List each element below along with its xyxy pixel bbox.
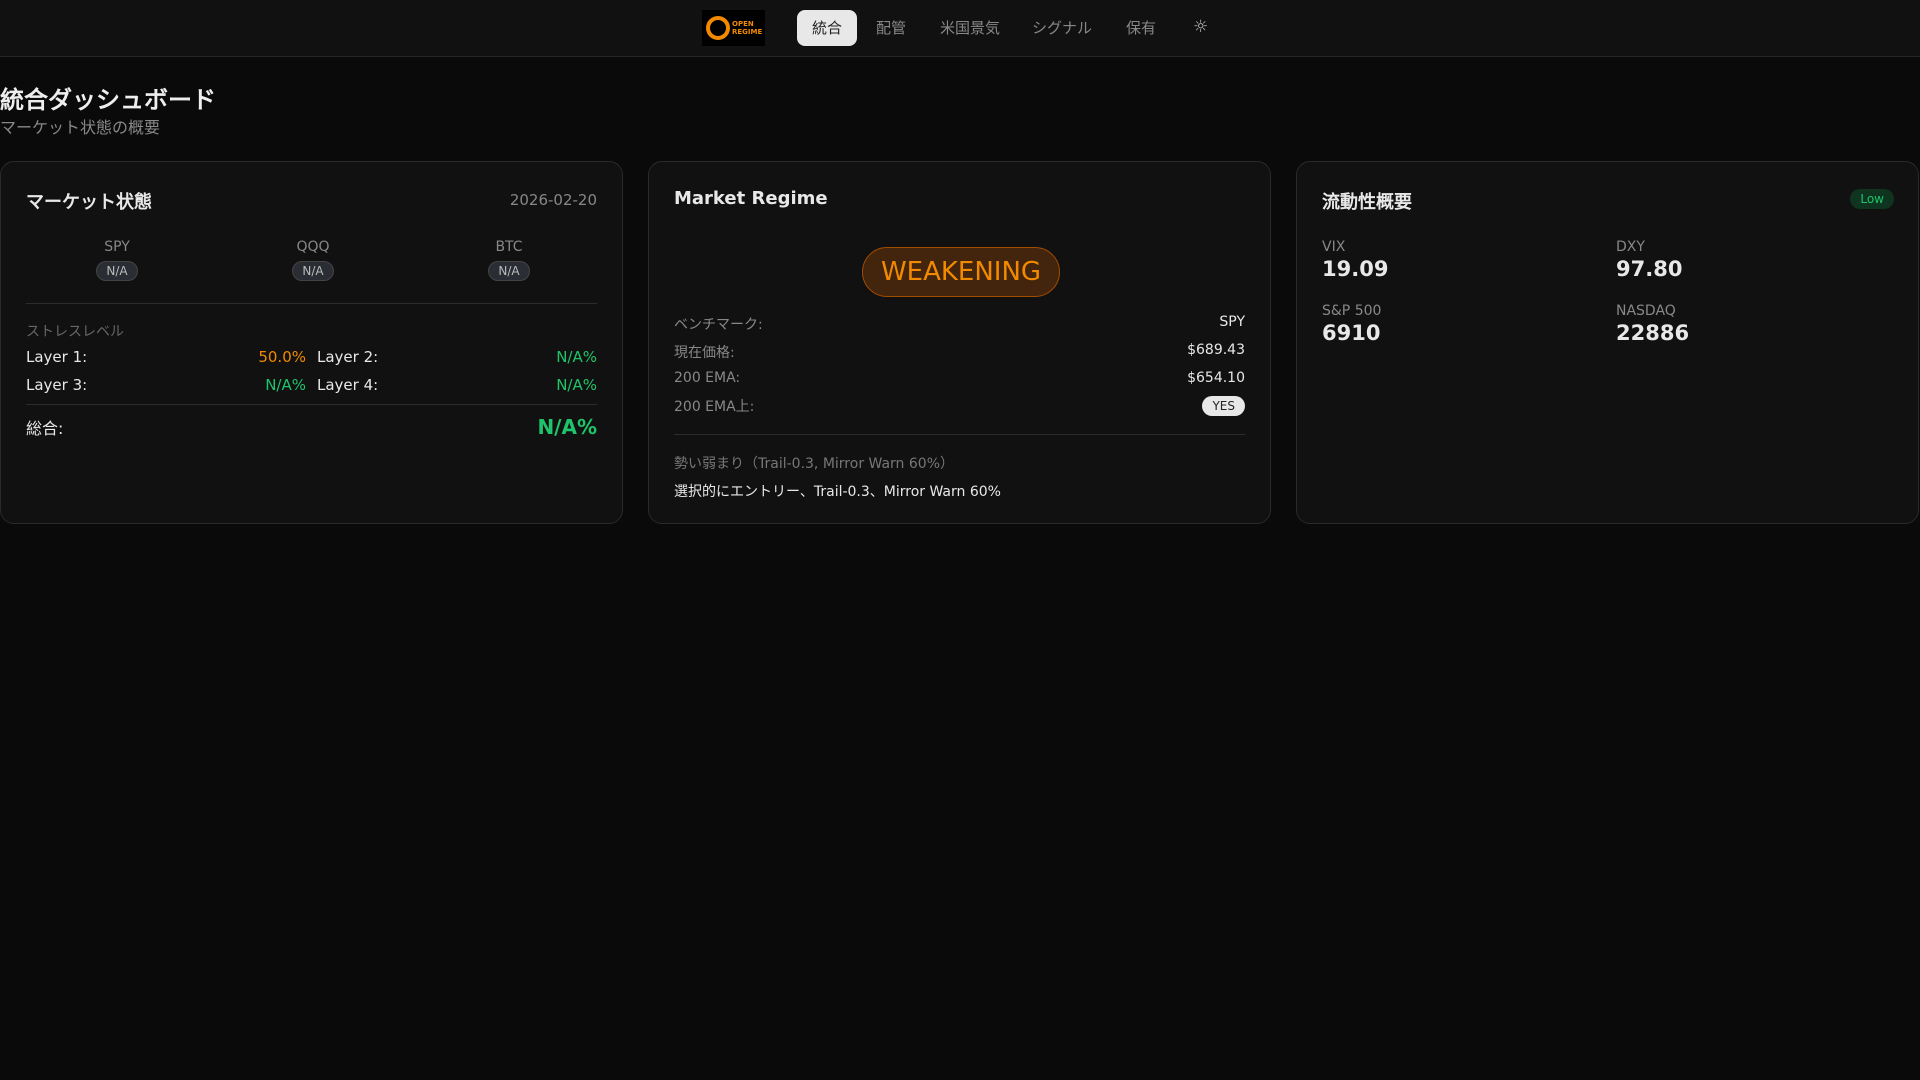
divider — [26, 404, 597, 405]
metric-dxy: DXY 97.80 — [1616, 239, 1683, 281]
layer-2: Layer 2: N/A% — [317, 348, 597, 366]
status-badge: N/A — [292, 261, 334, 281]
benchmark-row: ベンチマーク: SPY — [674, 314, 1245, 333]
tab-signals[interactable]: シグナル — [1017, 10, 1107, 46]
card-title: 流動性概要 — [1322, 192, 1412, 213]
metric-nasdaq: NASDAQ 22886 — [1616, 303, 1690, 345]
above-ema-row: 200 EMA上: YES — [674, 396, 1245, 416]
page-subtitle: マーケット状態の概要 — [0, 118, 161, 137]
asset-btc: BTC N/A — [411, 239, 607, 281]
price-row: 現在価格: $689.43 — [674, 342, 1245, 361]
tab-plumbing[interactable]: 配管 — [861, 10, 921, 46]
stress-label: ストレスレベル — [26, 324, 124, 340]
layer-1: Layer 1: 50.0% — [26, 348, 306, 366]
page-title: 統合ダッシュボード — [0, 86, 216, 114]
status-badge: N/A — [488, 261, 530, 281]
sun-icon[interactable]: ☼ — [1193, 17, 1208, 37]
yes-badge: YES — [1202, 396, 1245, 416]
tab-us-economy[interactable]: 米国景気 — [925, 10, 1015, 46]
open-regime-logo[interactable]: OPEN REGIME — [702, 10, 765, 46]
liquidity-badge: Low — [1850, 189, 1894, 209]
card-title: マーケット状態 — [26, 192, 152, 213]
metric-vix: VIX 19.09 — [1322, 239, 1389, 281]
date: 2026-02-20 — [509, 191, 597, 209]
regime-note: 勢い弱まり（Trail-0.3, Mirror Warn 60%） — [674, 456, 954, 472]
ema-row: 200 EMA: $654.10 — [674, 370, 1245, 386]
metric-sp500: S&P 500 6910 — [1322, 303, 1382, 345]
regime-action: 選択的にエントリー、Trail-0.3、Mirror Warn 60% — [674, 484, 1001, 500]
layer-4: Layer 4: N/A% — [317, 376, 597, 394]
tab-integrated[interactable]: 統合 — [797, 10, 858, 46]
liquidity-card: 流動性概要 Low VIX 19.09 DXY 97.80 S&P 500 6910 … — [1296, 161, 1919, 524]
top-nav: OPEN REGIME 統合 配管 米国景気 シグナル 保有 ☼ — [0, 0, 1920, 57]
regime-state-badge: WEAKENING — [862, 247, 1060, 297]
market-state-card: マーケット状態 2026-02-20 SPY N/A QQQ N/A BTC N/A … — [0, 161, 623, 524]
tab-holdings[interactable]: 保有 — [1111, 10, 1171, 46]
asset-qqq: QQQ N/A — [215, 239, 411, 281]
divider — [26, 303, 597, 304]
market-regime-card: Market Regime WEAKENING ベンチマーク: SPY 現在価格:… — [648, 161, 1271, 524]
layer-3: Layer 3: N/A% — [26, 376, 306, 394]
divider — [674, 434, 1245, 435]
total-stress: 総合: N/A% — [26, 415, 597, 439]
asset-spy: SPY N/A — [19, 239, 215, 281]
status-badge: N/A — [96, 261, 138, 281]
card-title: Market Regime — [674, 188, 828, 209]
